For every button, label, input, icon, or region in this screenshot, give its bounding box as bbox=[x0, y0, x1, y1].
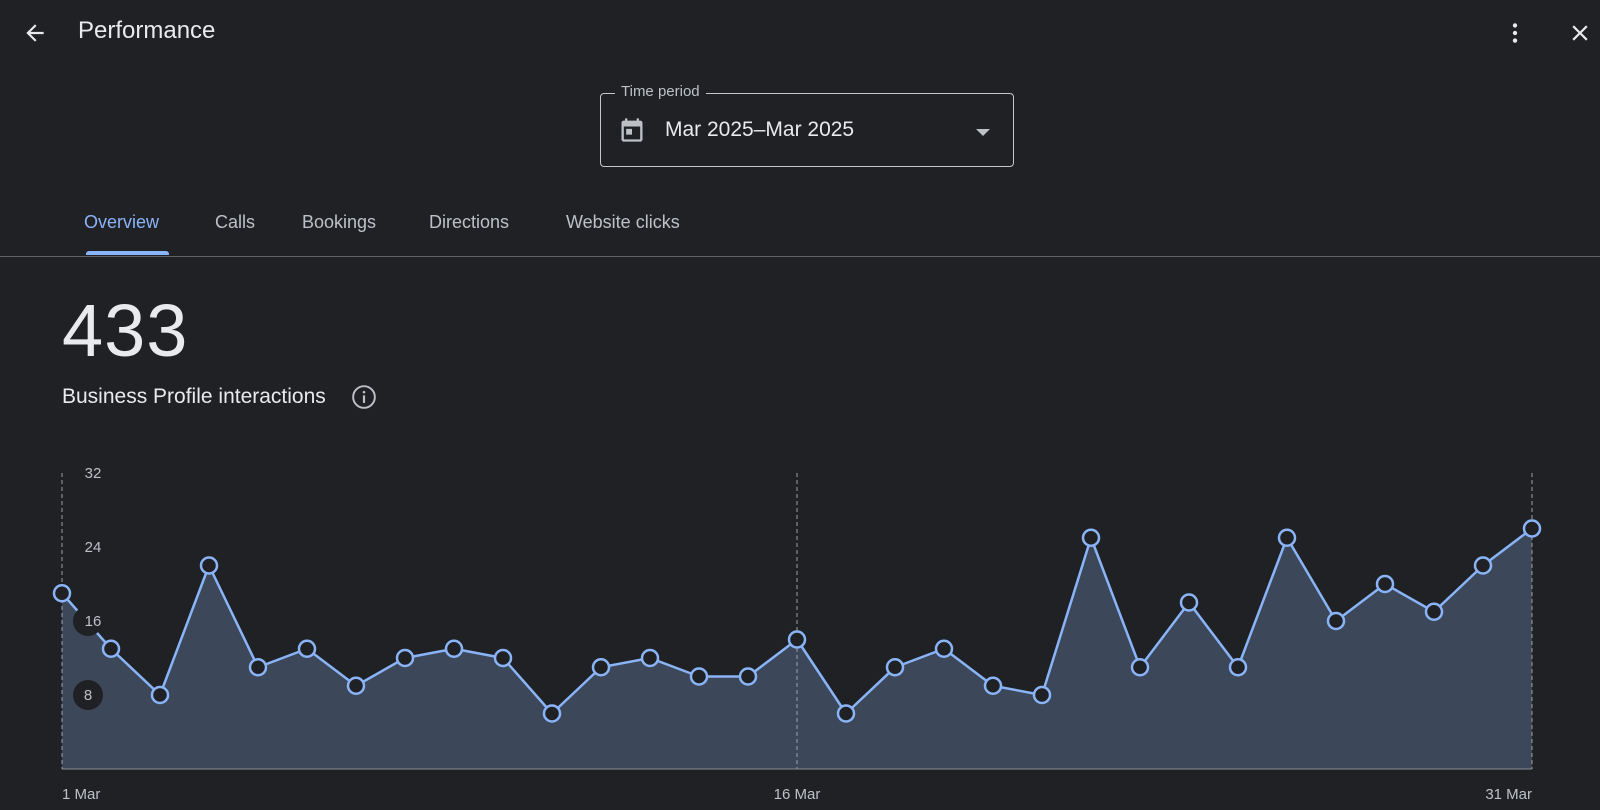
chart-point[interactable] bbox=[52, 584, 72, 603]
time-period-value: Mar 2025–Mar 2025 bbox=[665, 118, 855, 141]
chart-point[interactable] bbox=[297, 639, 317, 658]
chart-point[interactable] bbox=[934, 639, 954, 658]
top-bar: Performance bbox=[0, 0, 1600, 66]
info-icon[interactable] bbox=[351, 384, 377, 415]
chart-point[interactable] bbox=[591, 658, 611, 677]
x-tick-label: 16 Mar bbox=[774, 786, 821, 803]
x-tick-label: 1 Mar bbox=[62, 786, 100, 803]
back-button[interactable] bbox=[15, 13, 55, 53]
y-tick-label: 16 bbox=[85, 613, 102, 630]
tab-calls[interactable]: Calls bbox=[215, 212, 255, 233]
chart-point[interactable] bbox=[1130, 658, 1150, 677]
chart-point[interactable] bbox=[1228, 658, 1248, 677]
tab-website-clicks[interactable]: Website clicks bbox=[566, 212, 680, 233]
chart-point[interactable] bbox=[199, 556, 219, 575]
chart-point[interactable] bbox=[1277, 528, 1297, 547]
chart-point[interactable] bbox=[346, 676, 366, 695]
x-tick-label: 31 Mar bbox=[1485, 786, 1532, 803]
chart-point[interactable] bbox=[493, 648, 513, 668]
chart-point[interactable] bbox=[885, 658, 905, 677]
chart-point[interactable] bbox=[738, 667, 758, 686]
chart-point[interactable] bbox=[1473, 556, 1493, 575]
chart-point[interactable] bbox=[1424, 602, 1444, 621]
time-period-select[interactable]: Time period Mar 2025–Mar 2025 bbox=[600, 83, 1014, 167]
tab-directions[interactable]: Directions bbox=[429, 212, 509, 233]
page-title: Performance bbox=[78, 17, 216, 44]
chart-point[interactable] bbox=[1522, 519, 1542, 538]
chart-point[interactable] bbox=[1326, 611, 1346, 631]
interactions-total: 433 bbox=[62, 289, 189, 372]
chart-point[interactable] bbox=[542, 704, 562, 723]
chart-point[interactable] bbox=[444, 639, 464, 658]
tab-bookings[interactable]: Bookings bbox=[302, 212, 376, 233]
chart-point[interactable] bbox=[1179, 593, 1199, 612]
chart-point[interactable] bbox=[248, 658, 268, 677]
y-tick-label: 24 bbox=[85, 539, 102, 556]
interactions-chart: 8 16 24 32 1 Mar 16 Mar 31 Mar bbox=[52, 465, 1542, 803]
chart-point[interactable] bbox=[395, 648, 415, 668]
close-icon bbox=[1572, 25, 1588, 41]
arrow-back-icon bbox=[26, 24, 44, 42]
chart-point[interactable] bbox=[640, 648, 660, 668]
active-tab-indicator bbox=[86, 251, 169, 255]
chart-point[interactable] bbox=[787, 630, 807, 649]
y-tick-label: 32 bbox=[85, 465, 102, 482]
chart-point[interactable] bbox=[836, 704, 856, 723]
more-vert-icon bbox=[1512, 23, 1518, 43]
more-options-button[interactable] bbox=[1495, 13, 1535, 53]
chart-point[interactable] bbox=[689, 667, 709, 686]
chart-point[interactable] bbox=[1375, 574, 1395, 594]
chart-point[interactable] bbox=[1081, 528, 1101, 547]
calendar-icon bbox=[618, 116, 646, 149]
chart-point[interactable] bbox=[101, 639, 121, 658]
y-tick-label: 8 bbox=[84, 687, 92, 704]
tab-bar: Overview Calls Bookings Directions Websi… bbox=[0, 195, 1600, 257]
chart-point[interactable] bbox=[983, 676, 1003, 695]
caret-down-icon bbox=[975, 125, 991, 143]
time-period-label: Time period bbox=[615, 83, 706, 100]
tab-overview[interactable]: Overview bbox=[84, 212, 159, 233]
close-button[interactable] bbox=[1560, 13, 1600, 53]
chart-point[interactable] bbox=[150, 685, 170, 705]
chart-point[interactable] bbox=[1032, 685, 1052, 705]
interactions-label: Business Profile interactions bbox=[62, 385, 326, 408]
